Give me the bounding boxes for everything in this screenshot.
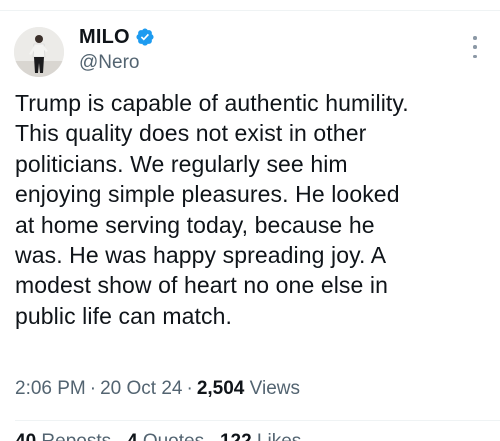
more-options-icon[interactable] xyxy=(466,36,484,58)
top-divider xyxy=(0,10,500,11)
verified-badge-icon xyxy=(135,27,155,47)
quotes-count[interactable]: 4 xyxy=(127,431,138,441)
views-count: 2,504 xyxy=(196,378,245,399)
tweet-meta: 2:06 PM · 20 Oct 24 · 2,504 Views xyxy=(15,378,300,400)
tweet-time[interactable]: 2:06 PM xyxy=(15,378,86,399)
tweet-date[interactable]: 20 Oct 24 xyxy=(100,378,182,399)
author-handle[interactable]: @Nero xyxy=(79,52,139,74)
avatar-photo xyxy=(14,27,64,77)
views-label: Views xyxy=(249,378,300,399)
quotes-label[interactable]: Quotes xyxy=(143,431,204,441)
tweet-detail: MILO @Nero Trump is capable of authentic… xyxy=(0,0,500,441)
likes-count[interactable]: 122 xyxy=(220,431,252,441)
stats-divider xyxy=(15,420,500,421)
engagement-stats: 40 Reposts 4 Quotes 122 Likes xyxy=(15,431,301,441)
likes-label[interactable]: Likes xyxy=(257,431,301,441)
reposts-label[interactable]: Reposts xyxy=(41,431,111,441)
avatar[interactable] xyxy=(14,27,64,77)
reposts-count[interactable]: 40 xyxy=(15,431,36,441)
author-display-name[interactable]: MILO xyxy=(79,26,130,49)
author-name-row[interactable]: MILO xyxy=(79,25,155,49)
meta-separator: · xyxy=(186,378,193,399)
tweet-text: Trump is capable of authentic humility. … xyxy=(15,90,409,329)
meta-separator: · xyxy=(89,378,97,399)
